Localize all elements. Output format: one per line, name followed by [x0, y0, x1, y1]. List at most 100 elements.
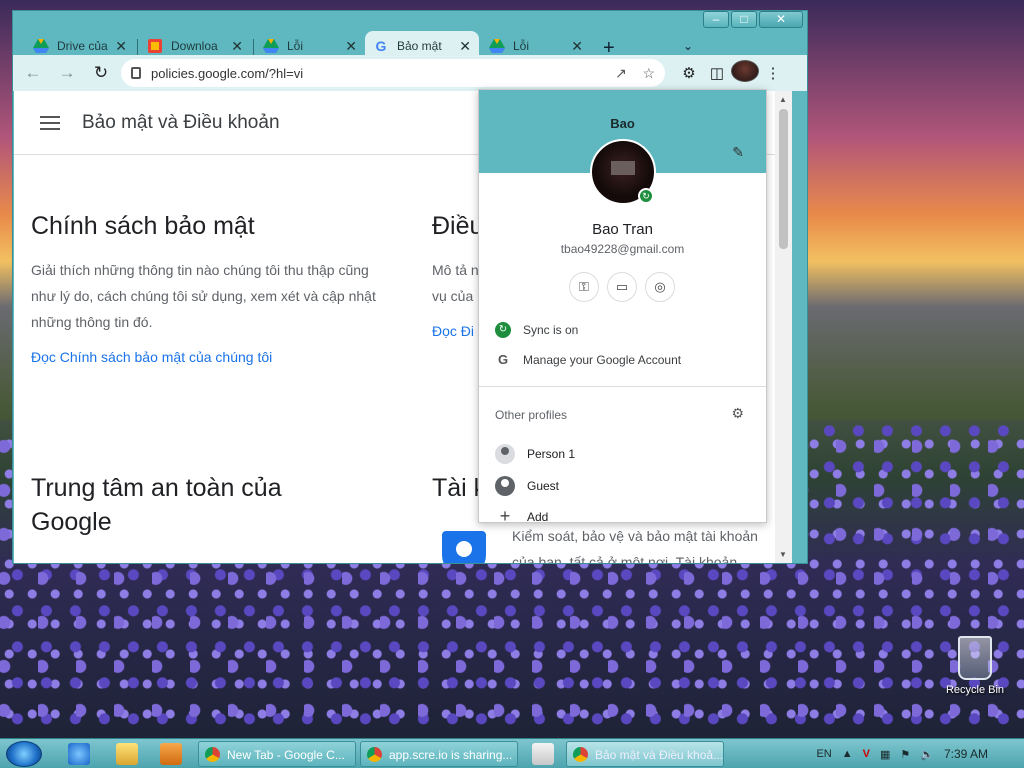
network-app-icon[interactable] [532, 743, 554, 765]
avatar [731, 60, 759, 82]
show-hidden-icons-icon[interactable]: ▲ [842, 748, 853, 760]
taskbar: New Tab - Google C... app.scre.io is sha… [0, 738, 1024, 768]
close-tab-icon[interactable]: ✕ [571, 38, 583, 55]
manage-account-label: Manage your Google Account [523, 353, 682, 367]
account-body-line: Kiểm soát, bảo vệ và bảo mật tài khoản [512, 528, 758, 544]
lock-icon[interactable] [131, 67, 141, 79]
network-icon[interactable]: ▦ [880, 748, 890, 761]
recycle-bin[interactable]: Recycle Bin [940, 636, 1010, 696]
account-body: Kiểm soát, bảo vệ và bảo mật tài khoản c… [512, 523, 782, 563]
side-panel-icon[interactable]: ◫ [703, 64, 731, 82]
tab-title: Downloa [171, 39, 218, 53]
section-heading: Chính sách bảo mật [31, 212, 255, 240]
guest-avatar-icon [495, 476, 515, 496]
tab-title: Drive của [57, 39, 108, 53]
sync-row[interactable]: ↻ Sync is on [495, 322, 578, 338]
profile-email: tbao49228@gmail.com [560, 242, 685, 256]
forward-button[interactable]: → [53, 59, 81, 87]
profile-quick-actions: ⚿ ▭ ◎ [569, 272, 683, 302]
privacy-policy-link[interactable]: Đọc Chính sách bảo mật của chúng tôi [31, 349, 381, 365]
browser-window: – □ ✕ Drive của ✕ Downloa ✕ Lỗi ✕ G Bảo … [12, 10, 808, 564]
manage-account-row[interactable]: G Manage your Google Account [495, 352, 681, 368]
taskbar-item-new-tab[interactable]: New Tab - Google C... [198, 741, 356, 767]
account-body-line: của bạn, tất cả ở một nơi. Tài khoản [512, 554, 738, 563]
internet-explorer-icon[interactable] [68, 743, 90, 765]
file-explorer-icon[interactable] [116, 743, 138, 765]
addresses-pin-icon[interactable]: ◎ [645, 272, 675, 302]
recycle-bin-icon [958, 636, 992, 680]
close-tab-icon[interactable]: ✕ [115, 38, 127, 55]
antivirus-icon[interactable]: V [863, 748, 870, 760]
section-heading: Trung tâm an toàn của Google [31, 474, 282, 536]
google-g-icon: G [375, 38, 387, 54]
volume-icon[interactable]: 🔈 [920, 748, 934, 761]
close-tab-icon[interactable]: ✕ [345, 38, 357, 55]
url-text: policies.google.com/?hl=vi [151, 65, 304, 81]
system-tray: EN ▲ V ▦ ⚑ 🔈 7:39 AM [811, 739, 1024, 768]
taskbar-item-bao-mat[interactable]: Bảo mật và Điều khoả... [566, 741, 724, 767]
person-avatar-icon [495, 444, 515, 464]
shield-icon [442, 531, 486, 563]
tab-separator [253, 39, 254, 55]
reload-button[interactable]: ↻ [87, 59, 115, 87]
passwords-key-icon[interactable]: ⚿ [569, 272, 599, 302]
google-drive-icon [263, 39, 279, 53]
profile-item-guest[interactable]: Guest [495, 476, 559, 496]
taskbar-item-label: Bảo mật và Điều khoả... [595, 748, 724, 762]
profile-item-label: Person 1 [527, 447, 576, 461]
browser-toolbar: ← → ↻ policies.google.com/?hl=vi ↗ ☆ ⚙ ◫… [13, 55, 807, 91]
profile-header-name: Bao [610, 116, 635, 131]
chrome-icon [205, 747, 220, 762]
extensions-puzzle-icon[interactable]: ⚙ [675, 64, 703, 82]
safety-center-section: Trung tâm an toàn của Google [31, 471, 331, 539]
bookmark-star-icon[interactable]: ☆ [642, 65, 655, 81]
clock[interactable]: 7:39 AM [944, 747, 988, 761]
chrome-icon [573, 747, 588, 762]
google-drive-icon [33, 39, 49, 53]
profile-item-label: Guest [527, 479, 560, 493]
tab-title: Lỗi [287, 39, 304, 53]
manage-profiles-gear-icon[interactable]: ⚙ [731, 405, 744, 422]
tab-separator [137, 39, 138, 55]
menu-dots-icon[interactable]: ⋮ [759, 64, 787, 82]
taskbar-item-label: New Tab - Google C... [227, 748, 345, 762]
sync-label: Sync is on [523, 323, 579, 337]
scroll-up-icon[interactable]: ▲ [779, 95, 787, 104]
other-profiles-label: Other profiles [495, 408, 568, 422]
flag-icon[interactable]: ⚑ [900, 748, 910, 761]
media-player-icon[interactable] [160, 743, 182, 765]
close-tab-icon[interactable]: ✕ [459, 38, 471, 55]
profile-avatar-button[interactable] [731, 60, 759, 86]
chrome-icon [367, 747, 382, 762]
page-title: Bảo mật và Điều khoản [82, 111, 280, 133]
scrollbar-thumb[interactable] [779, 109, 788, 249]
plus-icon: + [499, 506, 511, 526]
close-tab-icon[interactable]: ✕ [231, 38, 243, 55]
edit-pencil-icon[interactable]: ✎ [732, 144, 744, 161]
hamburger-menu-icon[interactable] [40, 115, 60, 130]
google-drive-icon [489, 39, 505, 53]
tab-title: Lỗi [513, 39, 530, 53]
add-profile-label: Add [527, 509, 549, 524]
taskbar-item-label: app.scre.io is sharing... [389, 748, 513, 762]
payment-card-icon[interactable]: ▭ [607, 272, 637, 302]
language-indicator[interactable]: EN [816, 748, 831, 760]
start-button[interactable] [6, 741, 42, 767]
section-body: Giải thích những thông tin nào chúng tôi… [31, 262, 376, 330]
address-bar[interactable]: policies.google.com/?hl=vi ↗ ☆ [121, 59, 665, 87]
profile-menu: Bao ✎ ↻ Bao Tran tbao49228@gmail.com ⚿ ▭… [478, 89, 767, 526]
scroll-down-icon[interactable]: ▼ [779, 550, 787, 559]
privacy-section: Chính sách bảo mật Giải thích những thôn… [31, 209, 381, 365]
back-button[interactable]: ← [19, 59, 47, 87]
profile-item-person-1[interactable]: Person 1 [495, 444, 575, 464]
divider [479, 386, 766, 387]
taskbar-item-screen-share[interactable]: app.scre.io is sharing... [360, 741, 518, 767]
recycle-bin-label: Recycle Bin [945, 684, 1005, 696]
tab-search-chevron-icon[interactable]: ⌄ [683, 39, 693, 53]
page-scrollbar[interactable]: ▲ ▼ [775, 91, 792, 563]
add-profile-button[interactable]: + Add [495, 506, 549, 527]
google-g-icon: G [497, 352, 509, 367]
tab-title: Bảo mật [397, 39, 442, 53]
profile-full-name: Bao Tran [592, 221, 653, 238]
share-icon[interactable]: ↗ [615, 65, 627, 81]
